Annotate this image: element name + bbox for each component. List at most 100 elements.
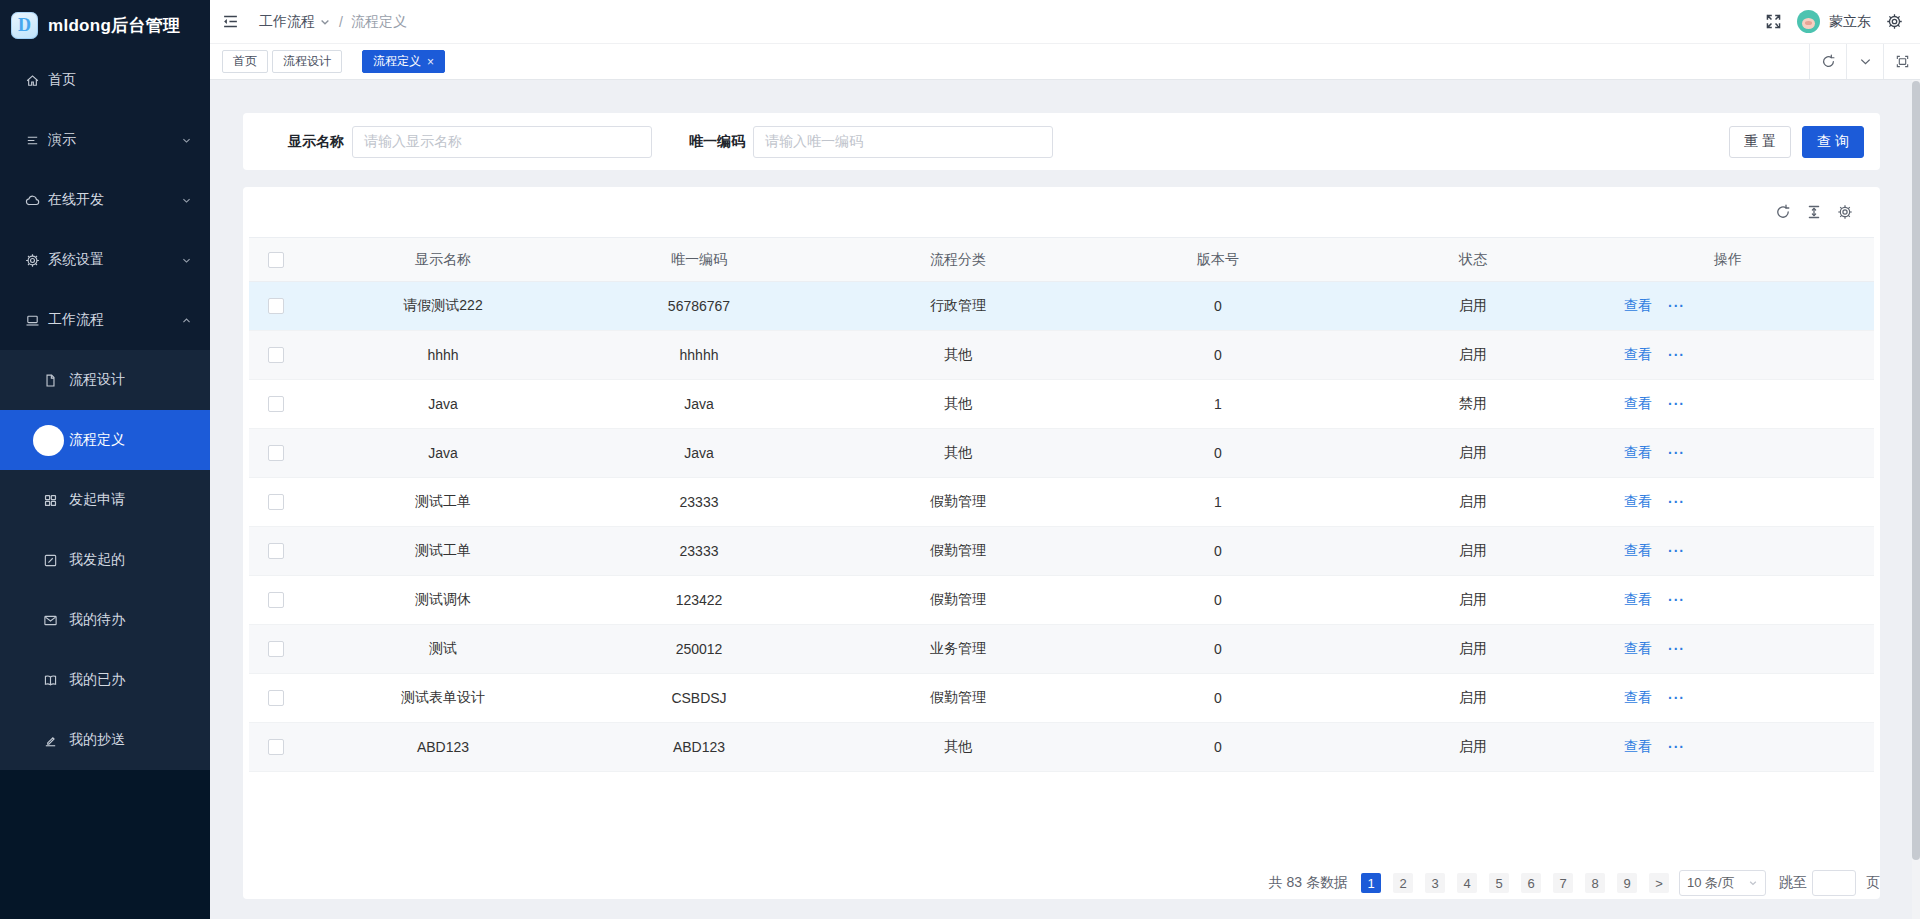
cell-version: 1 <box>1101 494 1335 510</box>
view-link[interactable]: 查看 <box>1624 444 1652 462</box>
more-actions-icon[interactable]: ··· <box>1668 739 1685 755</box>
table-row[interactable]: 测试 250012 业务管理 0 启用 查看··· <box>249 625 1874 674</box>
page-button-8[interactable]: 8 <box>1585 873 1605 893</box>
select-all-checkbox[interactable] <box>268 252 284 268</box>
view-link[interactable]: 查看 <box>1624 346 1652 364</box>
sidebar-item-demo[interactable]: 演示 <box>0 110 210 170</box>
page-button-2[interactable]: 2 <box>1393 873 1413 893</box>
column-header-category[interactable]: 流程分类 <box>815 251 1101 269</box>
submenu-item-label: 我的待办 <box>69 611 125 629</box>
view-link[interactable]: 查看 <box>1624 640 1652 658</box>
view-link[interactable]: 查看 <box>1624 689 1652 707</box>
submenu-item-my-todo[interactable]: 我的待办 <box>0 590 210 650</box>
table-row[interactable]: 请假测试222 56786767 行政管理 0 启用 查看··· <box>249 282 1874 331</box>
view-link[interactable]: 查看 <box>1624 395 1652 413</box>
breadcrumb-parent[interactable]: 工作流程 <box>259 13 315 31</box>
fullscreen-icon[interactable] <box>1765 13 1782 30</box>
page-size-select[interactable]: 10 条/页 <box>1679 870 1766 896</box>
table-row[interactable]: 测试表单设计 CSBDSJ 假勤管理 0 启用 查看··· <box>249 674 1874 723</box>
code-input[interactable]: 请输入唯一编码 <box>753 126 1053 158</box>
row-checkbox[interactable] <box>268 543 284 559</box>
sidebar-item-home[interactable]: 首页 <box>0 50 210 110</box>
view-link[interactable]: 查看 <box>1624 493 1652 511</box>
table-row[interactable]: 测试调休 123422 假勤管理 0 启用 查看··· <box>249 576 1874 625</box>
chevron-down-icon <box>319 16 331 28</box>
row-checkbox[interactable] <box>268 690 284 706</box>
page-button-1[interactable]: 1 <box>1361 873 1381 893</box>
query-button[interactable]: 查 询 <box>1802 126 1864 158</box>
row-checkbox[interactable] <box>268 396 284 412</box>
sidebar-item-online-dev[interactable]: 在线开发 <box>0 170 210 230</box>
row-checkbox[interactable] <box>268 592 284 608</box>
avatar[interactable] <box>1797 10 1820 33</box>
refresh-icon[interactable] <box>1775 204 1791 220</box>
more-actions-icon[interactable]: ··· <box>1668 347 1685 363</box>
row-checkbox[interactable] <box>268 445 284 461</box>
sidebar-item-system-settings[interactable]: 系统设置 <box>0 230 210 290</box>
tab-home[interactable]: 首页 <box>222 50 268 73</box>
tab-options-button[interactable] <box>1846 44 1883 79</box>
column-header-version[interactable]: 版本号 <box>1101 251 1335 269</box>
row-checkbox[interactable] <box>268 641 284 657</box>
more-actions-icon[interactable]: ··· <box>1668 445 1685 461</box>
page-button-6[interactable]: 6 <box>1521 873 1541 893</box>
page-button-4[interactable]: 4 <box>1457 873 1477 893</box>
more-actions-icon[interactable]: ··· <box>1668 494 1685 510</box>
view-link[interactable]: 查看 <box>1624 591 1652 609</box>
more-actions-icon[interactable]: ··· <box>1668 543 1685 559</box>
name-input[interactable]: 请输入显示名称 <box>352 126 652 158</box>
view-link[interactable]: 查看 <box>1624 542 1652 560</box>
reset-button[interactable]: 重 置 <box>1729 126 1791 158</box>
column-header-status[interactable]: 状态 <box>1335 251 1611 269</box>
username[interactable]: 蒙立东 <box>1829 13 1871 31</box>
tab-process-design[interactable]: 流程设计 <box>272 50 342 73</box>
page-size-value: 10 条/页 <box>1687 874 1735 892</box>
page-button-9[interactable]: 9 <box>1617 873 1637 893</box>
next-page-button[interactable]: > <box>1649 873 1669 893</box>
submenu-item-my-initiated[interactable]: 我发起的 <box>0 530 210 590</box>
more-actions-icon[interactable]: ··· <box>1668 592 1685 608</box>
refresh-tab-button[interactable] <box>1809 44 1846 79</box>
submenu-item-label: 我发起的 <box>69 551 125 569</box>
row-height-icon[interactable] <box>1806 204 1822 220</box>
row-checkbox[interactable] <box>268 298 284 314</box>
submenu-item-my-cc[interactable]: 我的抄送 <box>0 710 210 770</box>
column-header-actions[interactable]: 操作 <box>1611 251 1874 269</box>
page-button-5[interactable]: 5 <box>1489 873 1509 893</box>
sidebar-item-workflow[interactable]: 工作流程 <box>0 290 210 350</box>
close-icon[interactable]: × <box>427 55 434 69</box>
table-row[interactable]: ABD123 ABD123 其他 0 启用 查看··· <box>249 723 1874 772</box>
table-row[interactable]: Java Java 其他 0 启用 查看··· <box>249 429 1874 478</box>
submenu-item-start-application[interactable]: 发起申请 <box>0 470 210 530</box>
menu-fold-icon[interactable] <box>222 13 239 30</box>
row-checkbox[interactable] <box>268 347 284 363</box>
more-actions-icon[interactable]: ··· <box>1668 396 1685 412</box>
maximize-button[interactable] <box>1883 44 1920 79</box>
column-header-name[interactable]: 显示名称 <box>303 251 583 269</box>
cell-status: 启用 <box>1335 297 1611 315</box>
column-header-code[interactable]: 唯一编码 <box>583 251 815 269</box>
table-row[interactable]: Java Java 其他 1 禁用 查看··· <box>249 380 1874 429</box>
more-actions-icon[interactable]: ··· <box>1668 641 1685 657</box>
table-row[interactable]: hhhh hhhhh 其他 0 启用 查看··· <box>249 331 1874 380</box>
submenu-item-process-definition[interactable]: 流程定义 <box>0 410 210 470</box>
more-actions-icon[interactable]: ··· <box>1668 690 1685 706</box>
view-link[interactable]: 查看 <box>1624 738 1652 756</box>
view-link[interactable]: 查看 <box>1624 297 1652 315</box>
page-button-7[interactable]: 7 <box>1553 873 1573 893</box>
cell-version: 0 <box>1101 347 1335 363</box>
scrollbar[interactable] <box>1912 80 1920 919</box>
scrollbar-thumb[interactable] <box>1912 81 1920 860</box>
more-actions-icon[interactable]: ··· <box>1668 298 1685 314</box>
page-button-3[interactable]: 3 <box>1425 873 1445 893</box>
submenu-item-process-design[interactable]: 流程设计 <box>0 350 210 410</box>
row-checkbox[interactable] <box>268 494 284 510</box>
row-checkbox[interactable] <box>268 739 284 755</box>
tab-process-definition[interactable]: 流程定义× <box>362 50 445 73</box>
jump-page-input[interactable] <box>1812 870 1856 896</box>
submenu-item-my-done[interactable]: 我的已办 <box>0 650 210 710</box>
gear-icon[interactable] <box>1837 204 1853 220</box>
gear-icon[interactable] <box>1886 13 1903 30</box>
table-row[interactable]: 测试工单 23333 假勤管理 1 启用 查看··· <box>249 478 1874 527</box>
table-row[interactable]: 测试工单 23333 假勤管理 0 启用 查看··· <box>249 527 1874 576</box>
